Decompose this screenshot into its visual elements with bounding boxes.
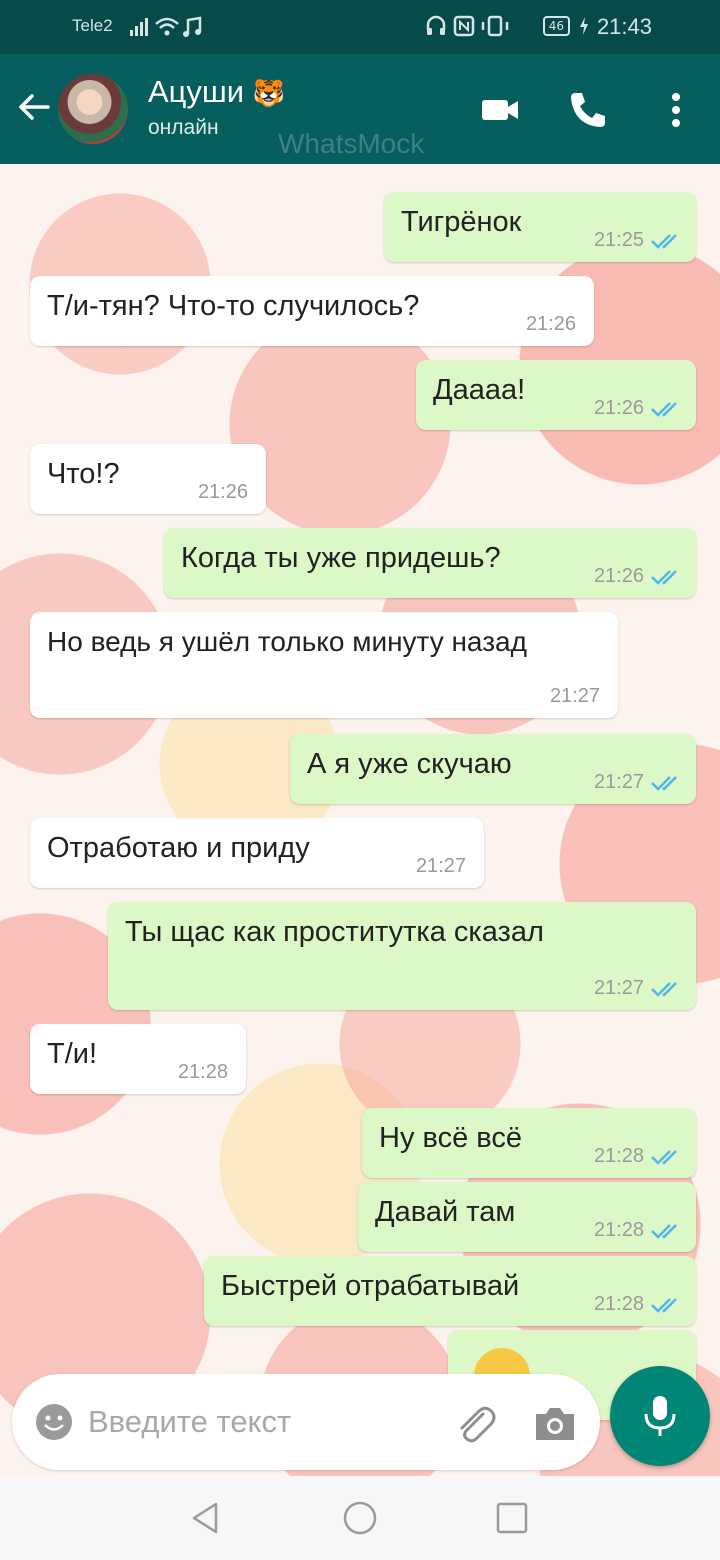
message-text: Ты щас как проститутка сказал [125, 916, 544, 948]
message-meta: 21:26 [594, 397, 682, 420]
message-meta: 21:27 [594, 771, 682, 794]
phone-icon[interactable] [566, 88, 610, 132]
nav-recents-icon[interactable] [494, 1500, 530, 1536]
carrier-label: Tele2 [72, 16, 113, 35]
read-ticks-icon [651, 775, 677, 791]
message-meta: 21:26 [594, 565, 682, 588]
chat-background: Тигрёнок 21:25 Т/и-тян? Что-то случилось… [0, 164, 720, 1476]
message-text: Отработаю и приду [47, 832, 310, 864]
headset-nfc-vibrate-icon [426, 15, 508, 37]
message-text: А я уже скучаю [307, 748, 512, 780]
message-outgoing[interactable]: Даaaa! 21:26 [416, 360, 696, 430]
message-meta: 21:25 [594, 229, 682, 252]
message-time: 21:27 [593, 771, 644, 793]
message-incoming[interactable]: Отработаю и приду 21:27 [30, 818, 484, 888]
message-outgoing[interactable]: Ты щас как проститутка сказал 21:27 [108, 902, 696, 1010]
more-options-icon[interactable] [654, 88, 698, 132]
nav-home-icon[interactable] [342, 1500, 378, 1536]
signal-wifi-music-icon [130, 16, 202, 37]
message-time: 21:27 [549, 685, 600, 707]
tiger-emoji: 🐯 [252, 78, 286, 108]
message-outgoing[interactable]: А я уже скучаю 21:27 [290, 734, 696, 804]
camera-icon[interactable] [532, 1400, 578, 1446]
message-time: 21:25 [593, 229, 644, 251]
read-ticks-icon [651, 401, 677, 417]
message-text: Ну всё всё [379, 1122, 522, 1154]
message-text: Давай там [375, 1196, 516, 1228]
back-arrow-icon[interactable] [14, 87, 54, 127]
message-outgoing[interactable]: Давай там 21:28 [358, 1182, 696, 1252]
message-incoming[interactable]: Что!? 21:26 [30, 444, 266, 514]
message-text: Когда ты уже придешь? [181, 542, 501, 574]
message-outgoing[interactable]: Тигрёнок 21:25 [384, 192, 696, 262]
message-incoming[interactable]: Т/и-тян? Что-то случилось? 21:26 [30, 276, 594, 346]
composer-bar [0, 1366, 720, 1476]
message-time: 21:27 [415, 855, 466, 877]
contact-name[interactable]: Ацуши 🐯 [148, 74, 285, 110]
message-text: Т/и! [47, 1038, 98, 1070]
charging-icon [580, 17, 588, 35]
message-outgoing[interactable]: Когда ты уже придешь? 21:26 [164, 528, 696, 598]
message-meta: 21:27 [550, 685, 600, 708]
message-meta: 21:28 [178, 1061, 228, 1084]
read-ticks-icon [651, 569, 677, 585]
message-incoming[interactable]: Т/и! 21:28 [30, 1024, 246, 1094]
message-time: 21:28 [593, 1145, 644, 1167]
message-meta: 21:28 [594, 1219, 682, 1242]
emoji-icon[interactable] [34, 1402, 74, 1442]
message-outgoing[interactable]: Ну всё всё 21:28 [362, 1108, 696, 1178]
status-time: 21:43 [596, 14, 652, 39]
message-meta: 21:27 [594, 977, 682, 1000]
message-time: 21:26 [525, 313, 576, 335]
read-ticks-icon [651, 233, 677, 249]
video-call-icon[interactable] [478, 88, 522, 132]
contact-avatar[interactable] [58, 74, 128, 144]
battery-indicator: 46 [542, 16, 570, 36]
message-time: 21:28 [177, 1061, 228, 1083]
attach-icon[interactable] [452, 1400, 498, 1446]
message-time: 21:27 [593, 977, 644, 999]
message-time: 21:28 [593, 1219, 644, 1241]
message-time: 21:28 [593, 1293, 644, 1315]
message-input[interactable] [88, 1398, 428, 1446]
read-ticks-icon [651, 1223, 677, 1239]
composer [12, 1374, 600, 1470]
message-outgoing[interactable]: Быстрей отрабатывай 21:28 [204, 1256, 696, 1326]
message-meta: 21:28 [594, 1145, 682, 1168]
message-text: Тигрёнок [401, 206, 522, 238]
message-text: Быстрей отрабатывай [221, 1270, 520, 1302]
message-meta: 21:28 [594, 1293, 682, 1316]
watermark: WhatsMock [278, 128, 425, 159]
status-icons: 46 [425, 14, 590, 38]
mic-button[interactable] [610, 1366, 710, 1466]
contact-name-text: Ацуши [148, 74, 245, 109]
message-text: Но ведь я ушёл только минуту назад [47, 626, 527, 657]
message-incoming[interactable]: Но ведь я ушёл только минуту назад 21:27 [30, 612, 618, 718]
mic-icon [644, 1396, 676, 1436]
message-time: 21:26 [593, 565, 644, 587]
message-text: Что!? [47, 458, 120, 490]
message-time: 21:26 [197, 481, 248, 503]
message-text: Даaaa! [433, 374, 526, 406]
contact-status: онлайн [148, 116, 219, 139]
message-text: Т/и-тян? Что-то случилось? [47, 290, 420, 322]
status-bar: Tele2 46 21:43 [0, 0, 720, 54]
message-meta: 21:26 [198, 481, 248, 504]
read-ticks-icon [651, 981, 677, 997]
message-meta: 21:27 [416, 855, 466, 878]
read-ticks-icon [651, 1149, 677, 1165]
chat-header: Ацуши 🐯 онлайн WhatsMock [0, 54, 720, 164]
nav-back-icon[interactable] [188, 1500, 224, 1536]
system-nav-bar [0, 1476, 720, 1560]
read-ticks-icon [651, 1297, 677, 1313]
message-time: 21:26 [593, 397, 644, 419]
message-meta: 21:26 [526, 313, 576, 336]
